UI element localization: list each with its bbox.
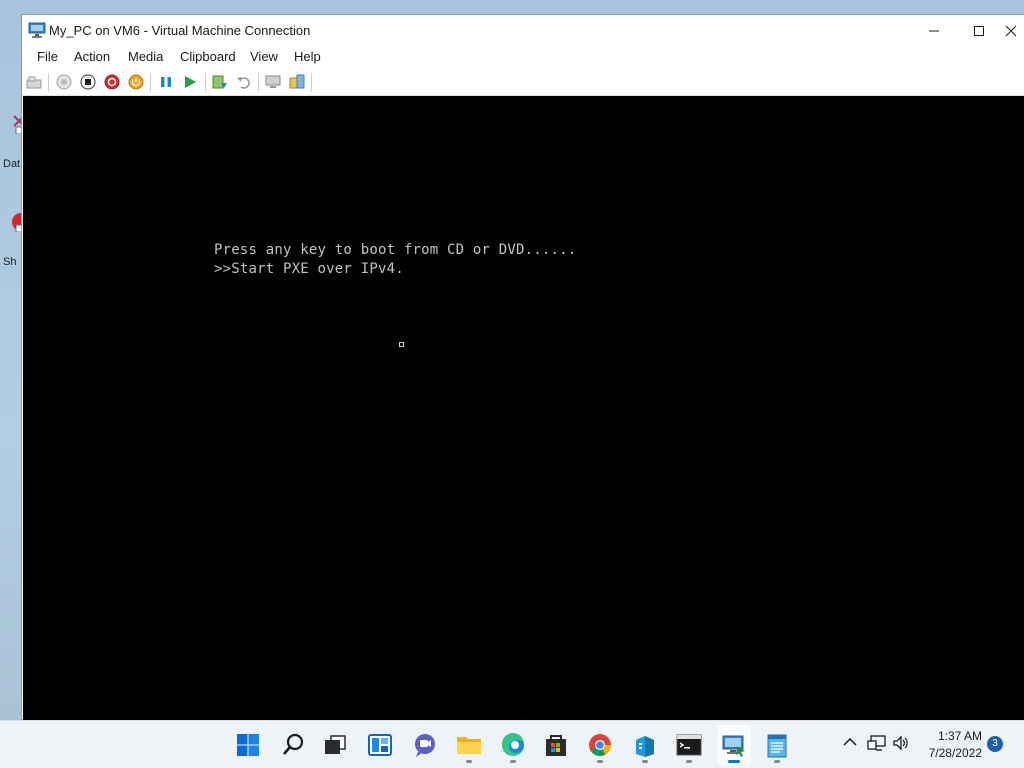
toolbar xyxy=(22,69,1024,96)
edge-button[interactable] xyxy=(500,732,526,758)
task-view-button[interactable] xyxy=(322,732,348,758)
running-indicator xyxy=(686,760,692,763)
edge-icon xyxy=(501,732,524,756)
notepad-icon xyxy=(767,734,787,758)
power-icon[interactable] xyxy=(128,74,144,90)
toolbar-separator xyxy=(205,73,206,92)
close-button[interactable] xyxy=(1001,15,1024,46)
desktop-shortcut-label: Sh xyxy=(3,256,17,268)
close-icon xyxy=(1005,25,1017,36)
toolbar-separator xyxy=(150,73,151,92)
clock-time[interactable]: 1:37 AM xyxy=(918,729,982,743)
search-icon xyxy=(283,733,304,755)
task-view-icon xyxy=(325,735,346,754)
pxe-status-text: >>Start PXE over IPv4. xyxy=(214,261,404,277)
volume-icon[interactable] xyxy=(892,734,910,752)
menu-clipboard[interactable]: Clipboard xyxy=(180,49,236,64)
ctrl-alt-del-icon[interactable] xyxy=(26,74,42,90)
maximize-icon xyxy=(974,25,984,36)
command-prompt-icon xyxy=(676,734,702,756)
store-icon xyxy=(546,735,566,756)
running-indicator xyxy=(510,760,516,763)
command-prompt-button[interactable] xyxy=(676,732,702,758)
menu-action[interactable]: Action xyxy=(74,49,110,64)
taskbar: 1:37 AM 7/28/2022 3 xyxy=(0,720,1024,768)
start-icon[interactable] xyxy=(56,74,72,90)
notepad-button[interactable] xyxy=(764,732,790,758)
share-icon[interactable] xyxy=(289,74,305,90)
search-button[interactable] xyxy=(281,732,307,758)
vm-connection-window: My_PC on VM6 - Virtual Machine Connectio… xyxy=(21,14,1024,720)
folder-icon xyxy=(457,737,481,754)
widgets-icon xyxy=(368,734,392,756)
vm-display[interactable]: Press any key to boot from CD or DVD....… xyxy=(23,96,1024,720)
network-icon[interactable] xyxy=(867,734,887,752)
menu-bar: File Action Media Clipboard View Help xyxy=(22,46,1024,69)
active-indicator xyxy=(728,760,740,763)
running-indicator xyxy=(642,760,648,763)
teams-chat-icon xyxy=(415,734,435,757)
window-title: My_PC on VM6 - Virtual Machine Connectio… xyxy=(49,23,311,38)
microsoft-store-button[interactable] xyxy=(543,732,569,758)
toolbar-separator xyxy=(311,73,312,92)
running-indicator xyxy=(466,760,472,763)
hyper-v-connection-button[interactable] xyxy=(721,732,747,758)
running-indicator xyxy=(597,760,603,763)
clock-date[interactable]: 7/28/2022 xyxy=(918,746,982,760)
minimize-icon xyxy=(929,30,939,31)
menu-media[interactable]: Media xyxy=(128,49,163,64)
mouse-cursor xyxy=(399,342,404,347)
desktop-shortcut-label: Dat xyxy=(3,158,21,170)
checkpoint-icon[interactable] xyxy=(212,74,228,90)
widgets-button[interactable] xyxy=(367,732,393,758)
toolbar-separator xyxy=(48,73,49,92)
windows-start-icon xyxy=(237,734,259,756)
server-manager-button[interactable] xyxy=(632,732,658,758)
chevron-up-icon[interactable] xyxy=(843,735,857,749)
menu-view[interactable]: View xyxy=(250,49,278,64)
menu-file[interactable]: File xyxy=(37,49,58,64)
teams-chat-button[interactable] xyxy=(412,732,438,758)
vm-connection-icon xyxy=(28,22,46,38)
revert-icon[interactable] xyxy=(236,74,252,90)
menu-help[interactable]: Help xyxy=(294,49,321,64)
resume-icon[interactable] xyxy=(182,74,198,90)
start-button[interactable] xyxy=(235,732,261,758)
desktop-shortcut-sh[interactable]: Sh xyxy=(0,212,28,272)
shut-down-icon[interactable] xyxy=(104,74,120,90)
file-explorer-button[interactable] xyxy=(456,732,482,758)
minimize-button[interactable] xyxy=(911,15,957,46)
turn-off-icon[interactable] xyxy=(80,74,96,90)
chrome-button[interactable] xyxy=(587,732,613,758)
running-indicator xyxy=(774,760,780,763)
boot-prompt-text: Press any key to boot from CD or DVD....… xyxy=(214,242,577,258)
maximize-button[interactable] xyxy=(956,15,1002,46)
notification-badge[interactable]: 3 xyxy=(987,736,1003,752)
enhanced-session-icon[interactable] xyxy=(265,74,281,90)
title-bar[interactable]: My_PC on VM6 - Virtual Machine Connectio… xyxy=(22,15,1024,46)
toolbar-separator xyxy=(258,73,259,92)
pause-icon[interactable] xyxy=(158,74,174,90)
desktop-shortcut-dat[interactable]: Dat xyxy=(0,114,25,174)
chrome-icon xyxy=(589,734,611,756)
server-manager-icon xyxy=(636,736,654,757)
vm-connection-icon xyxy=(722,735,745,757)
